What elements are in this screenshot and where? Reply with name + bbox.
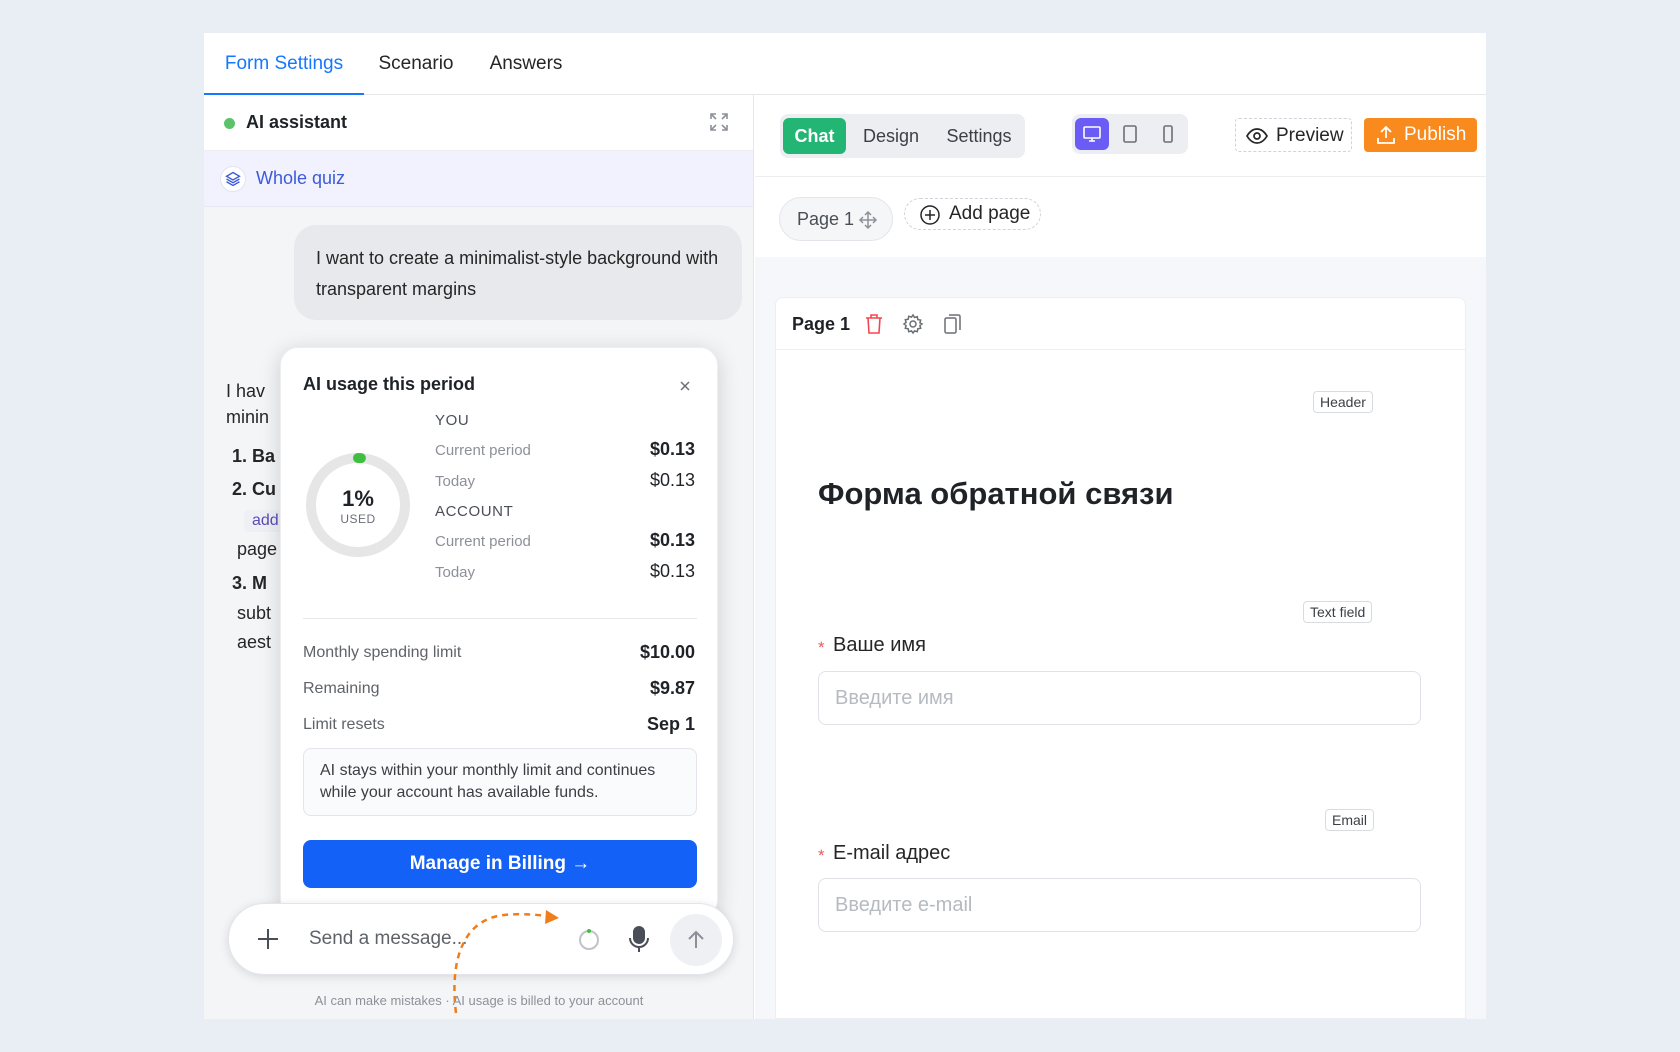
ai-message-line: 1. Ba xyxy=(232,446,276,466)
assistant-header: AI assistant xyxy=(204,95,753,151)
top-tabs: Form Settings Scenario Answers xyxy=(204,33,1486,95)
ai-message-line: subt xyxy=(237,603,272,623)
layers-icon xyxy=(220,166,246,192)
trash-icon[interactable] xyxy=(864,313,884,335)
manage-billing-button[interactable]: Manage in Billing → xyxy=(303,840,697,888)
form-title[interactable]: Форма обратной связи xyxy=(818,476,1174,512)
usage-info-box: AI stays within your monthly limit and c… xyxy=(303,748,697,816)
required-asterisk: * xyxy=(818,846,825,865)
add-page-button[interactable]: Add page xyxy=(904,198,1041,230)
ai-usage-popup: AI usage this period 1% USED YOU Current… xyxy=(280,347,718,918)
upload-icon xyxy=(1377,125,1395,144)
ai-message-line: page xyxy=(237,539,278,559)
scope-bar[interactable]: Whole quiz xyxy=(204,151,753,207)
pages-bar: Page 1 Add page xyxy=(755,177,1486,257)
usage-percent: 1% xyxy=(342,486,374,511)
text-field-block-tag[interactable]: Text field xyxy=(1303,601,1373,623)
account-current-period-label: Current period xyxy=(435,533,531,550)
you-current-period-label: Current period xyxy=(435,442,531,459)
segment-settings[interactable]: Settings xyxy=(936,118,1022,154)
device-desktop[interactable] xyxy=(1075,118,1109,150)
online-status-dot xyxy=(224,118,235,129)
ai-message-line: 2. Cu xyxy=(232,479,277,499)
mobile-icon xyxy=(1163,125,1173,143)
move-icon[interactable] xyxy=(858,210,878,230)
name-input[interactable] xyxy=(818,671,1421,725)
desktop-icon xyxy=(1083,126,1101,142)
limit-resets-value: Sep 1 xyxy=(646,714,695,734)
add-page-label: Add page xyxy=(949,203,1031,224)
preview-button[interactable]: Preview xyxy=(1235,118,1352,152)
ai-message-line: aest xyxy=(237,632,272,652)
device-mobile[interactable] xyxy=(1151,118,1185,150)
segment-design[interactable]: Design xyxy=(852,118,930,154)
ai-message-line: minin xyxy=(226,407,270,427)
tab-scenario[interactable]: Scenario xyxy=(366,33,466,95)
device-switcher xyxy=(1072,114,1188,154)
popup-title: AI usage this period xyxy=(303,374,476,394)
form-editor-panel: Chat Design Settings Preview Publish Pag… xyxy=(755,95,1486,1019)
tablet-icon xyxy=(1123,125,1137,143)
ai-message-line: I hav xyxy=(226,381,266,401)
send-button[interactable] xyxy=(670,914,722,966)
account-today-value: $0.13 xyxy=(649,561,695,581)
tab-form-settings[interactable]: Form Settings xyxy=(204,33,364,95)
preview-label: Preview xyxy=(1276,125,1344,146)
editor-toolbar: Chat Design Settings Preview Publish xyxy=(755,95,1486,177)
tab-answers[interactable]: Answers xyxy=(476,33,576,95)
divider xyxy=(303,618,697,619)
ai-message-line: 3. M xyxy=(232,573,268,593)
email-block-tag[interactable]: Email xyxy=(1325,809,1375,831)
monthly-limit-value: $10.00 xyxy=(639,642,695,662)
message-input[interactable] xyxy=(309,924,609,954)
publish-button[interactable]: Publish xyxy=(1364,118,1477,152)
header-block-tag[interactable]: Header xyxy=(1313,391,1373,413)
you-today-label: Today xyxy=(435,473,476,490)
app-window: Form Settings Scenario Answers AI assist… xyxy=(204,33,1486,1019)
remaining-label: Remaining xyxy=(303,680,380,697)
usage-ring-icon[interactable] xyxy=(577,928,601,952)
segment-chat[interactable]: Chat xyxy=(783,118,846,154)
scope-label: Whole quiz xyxy=(256,168,346,188)
copy-icon[interactable] xyxy=(942,313,962,335)
limit-resets-label: Limit resets xyxy=(303,716,385,733)
message-composer xyxy=(228,903,734,975)
you-section-label: YOU xyxy=(435,412,470,429)
you-today-value: $0.13 xyxy=(649,470,695,490)
canvas-page-title: Page 1 xyxy=(792,314,851,334)
close-icon[interactable] xyxy=(677,378,693,394)
account-current-period-value: $0.13 xyxy=(649,530,695,550)
email-field-label: E-mail адрес xyxy=(833,842,951,864)
canvas-header: Page 1 xyxy=(776,298,1465,350)
arrow-up-icon xyxy=(688,930,704,948)
email-input[interactable] xyxy=(818,878,1421,932)
publish-label: Publish xyxy=(1404,124,1467,145)
device-tablet[interactable] xyxy=(1113,118,1147,150)
expand-icon[interactable] xyxy=(708,111,730,133)
account-today-label: Today xyxy=(435,564,476,581)
eye-icon xyxy=(1246,128,1268,144)
disclaimer-text: AI can make mistakes · AI usage is bille… xyxy=(314,993,644,1008)
user-message-bubble: I want to create a minimalist-style back… xyxy=(294,225,742,320)
you-current-period-value: $0.13 xyxy=(649,439,695,459)
gear-icon[interactable] xyxy=(902,313,924,335)
plus-icon[interactable] xyxy=(255,926,281,952)
name-field-label: Ваше имя xyxy=(833,634,926,656)
page-chip[interactable]: Page 1 xyxy=(779,197,893,241)
ai-assistant-panel: AI assistant Whole quiz I want to create… xyxy=(204,95,754,1019)
usage-used-label: USED xyxy=(340,512,376,526)
microphone-icon[interactable] xyxy=(626,924,652,954)
assistant-title: AI assistant xyxy=(246,112,348,132)
account-section-label: ACCOUNT xyxy=(435,503,514,520)
mode-switcher: Chat Design Settings xyxy=(780,114,1025,158)
page-chip-label: Page 1 xyxy=(797,209,855,229)
required-asterisk: * xyxy=(818,638,825,657)
remaining-value: $9.87 xyxy=(649,678,695,698)
form-canvas: Page 1 Header Форма обратной связи Text … xyxy=(775,297,1466,1019)
add-circle-icon xyxy=(920,205,940,225)
monthly-limit-label: Monthly spending limit xyxy=(303,644,462,661)
